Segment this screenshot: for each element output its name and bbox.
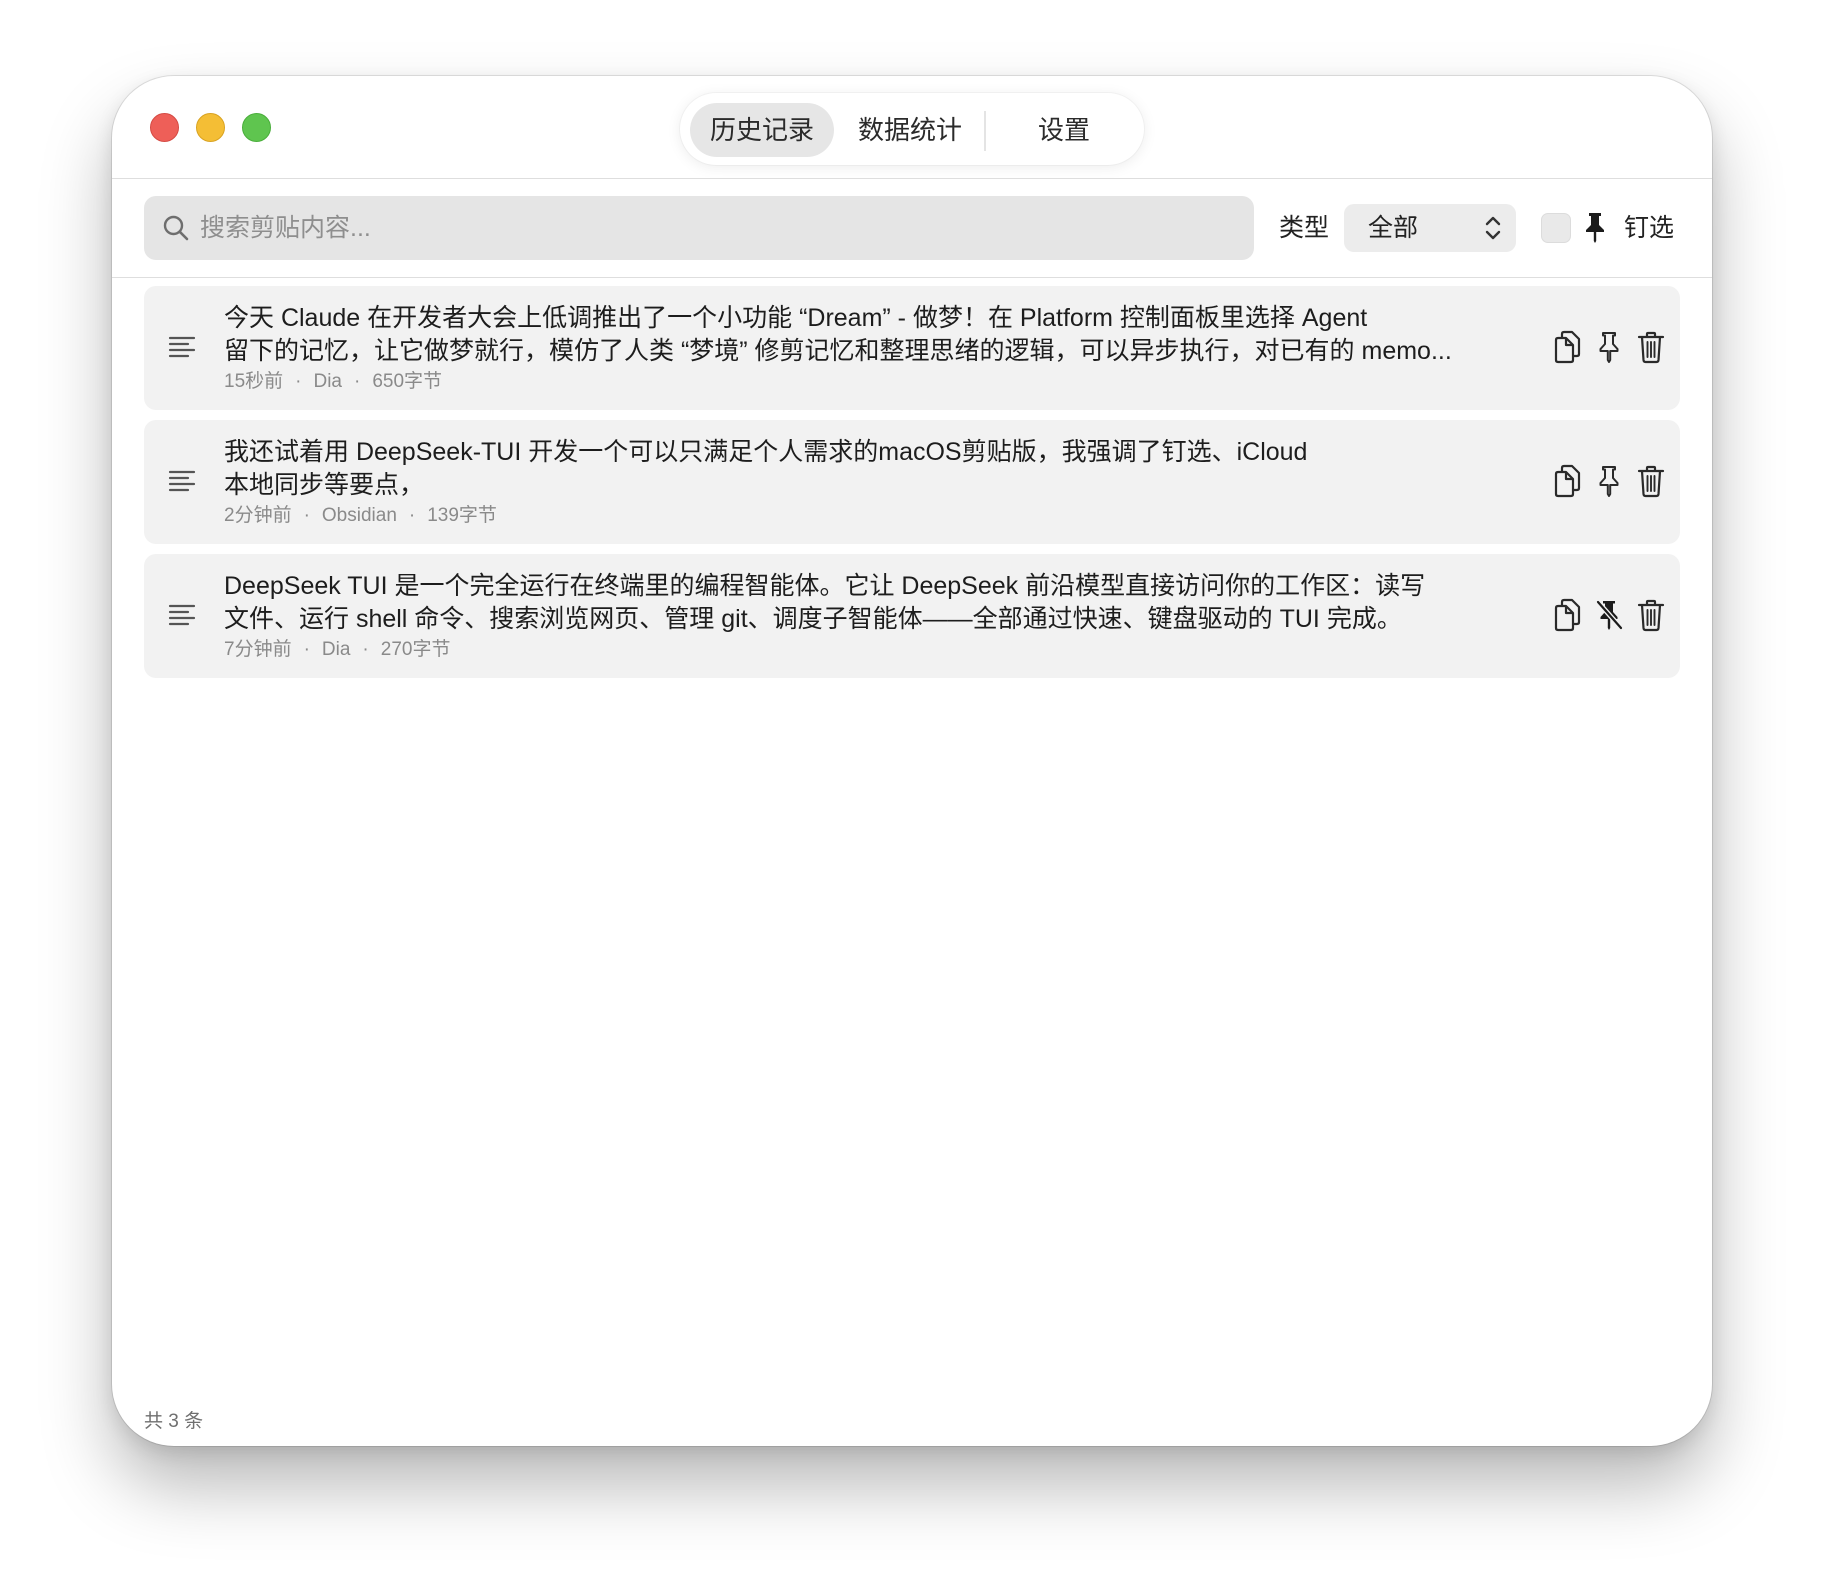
item-time: 7分钟前 (224, 639, 292, 660)
trash-icon (1637, 599, 1665, 632)
copy-button[interactable] (1552, 330, 1582, 364)
clipboard-history-list: 今天 Claude 在开发者大会上低调推出了一个小功能 “Dream” - 做梦… (144, 286, 1680, 688)
tab-separator (984, 111, 986, 151)
item-text-line: 留下的记忆，让它做梦就行，模仿了人类 “梦境” 修剪记忆和整理思绪的逻辑，可以异… (224, 337, 1452, 365)
item-actions (1552, 330, 1666, 364)
tab-statistics[interactable]: 数据统计 (840, 103, 980, 157)
search-field[interactable] (144, 196, 1254, 260)
copy-icon (1554, 464, 1581, 498)
window-controls (150, 113, 271, 142)
app-window: 历史记录 数据统计 设置 类型 全部 钉选 (112, 76, 1712, 1446)
minimize-button[interactable] (196, 113, 225, 142)
desktop-background: 历史记录 数据统计 设置 类型 全部 钉选 (0, 0, 1824, 1592)
item-text-line: 文件、运行 shell 命令、搜索浏览网页、管理 git、调度子智能体——全部通… (224, 605, 1402, 633)
copy-button[interactable] (1552, 464, 1582, 498)
meta-dot: · (295, 371, 302, 392)
item-source: Obsidian (321, 505, 397, 526)
tab-settings[interactable]: 设置 (992, 103, 1136, 157)
meta-dot: · (353, 371, 361, 392)
delete-button[interactable] (1636, 598, 1666, 632)
item-source: Dia (313, 371, 342, 392)
copy-icon (1554, 330, 1581, 364)
trash-icon (1637, 465, 1665, 498)
meta-dot: · (303, 505, 310, 526)
list-item[interactable]: 我还试着用 DeepSeek-TUI 开发一个可以只满足个人需求的macOS剪贴… (144, 420, 1680, 544)
toolbar-divider (112, 277, 1712, 278)
item-count: 共 3 条 (144, 1411, 204, 1432)
item-source: Dia (321, 639, 351, 660)
type-select-value: 全部 (1368, 214, 1419, 242)
zoom-button[interactable] (242, 113, 271, 142)
pinned-filter-label[interactable]: 钉选 (1624, 208, 1674, 248)
titlebar-divider (112, 178, 1712, 179)
meta-dot: · (362, 639, 369, 660)
meta-dot: · (303, 639, 310, 660)
item-size: 270字节 (380, 639, 451, 660)
text-lines-icon (168, 470, 196, 492)
delete-button[interactable] (1636, 330, 1666, 364)
pin-slash-icon (1595, 599, 1624, 631)
item-time: 2分钟前 (224, 505, 292, 526)
item-meta: 7分钟前 · Dia · 270字节 (224, 638, 450, 662)
pinned-filter-checkbox[interactable] (1541, 213, 1571, 243)
search-icon (163, 215, 189, 241)
unpin-button[interactable] (1594, 598, 1624, 632)
list-item[interactable]: 今天 Claude 在开发者大会上低调推出了一个小功能 “Dream” - 做梦… (144, 286, 1680, 410)
pin-icon (1599, 466, 1619, 497)
item-text: DeepSeek TUI 是一个完全运行在终端里的编程智能体。它让 DeepSe… (224, 570, 1489, 636)
pin-button[interactable] (1594, 464, 1624, 498)
text-lines-icon (168, 604, 196, 626)
text-lines-icon (168, 336, 196, 358)
tab-history[interactable]: 历史记录 (690, 103, 834, 157)
item-text: 我还试着用 DeepSeek-TUI 开发一个可以只满足个人需求的macOS剪贴… (224, 436, 1489, 502)
meta-dot: · (408, 505, 416, 526)
copy-icon (1554, 598, 1581, 632)
item-text-line: 本地同步等要点， (224, 471, 425, 499)
item-meta: 2分钟前 · Obsidian · 139字节 (224, 504, 497, 528)
copy-button[interactable] (1552, 598, 1582, 632)
item-size: 139字节 (427, 505, 497, 526)
item-text-line: 今天 Claude 在开发者大会上低调推出了一个小功能 “Dream” - 做梦… (224, 304, 1368, 332)
pin-icon (1599, 332, 1619, 363)
item-size: 650字节 (372, 371, 443, 392)
item-actions (1552, 464, 1666, 498)
close-button[interactable] (150, 113, 179, 142)
type-label: 类型 (1279, 214, 1330, 242)
item-text-line: 我还试着用 DeepSeek-TUI 开发一个可以只满足个人需求的macOS剪贴… (224, 438, 1308, 466)
list-item[interactable]: DeepSeek TUI 是一个完全运行在终端里的编程智能体。它让 DeepSe… (144, 554, 1680, 678)
up-down-chevron-icon (1485, 216, 1501, 240)
item-actions (1552, 598, 1666, 632)
type-select[interactable]: 全部 (1344, 204, 1516, 252)
search-input[interactable] (200, 196, 1220, 260)
item-text: 今天 Claude 在开发者大会上低调推出了一个小功能 “Dream” - 做梦… (224, 302, 1489, 368)
pin-button[interactable] (1594, 330, 1624, 364)
item-time: 15秒前 (224, 371, 284, 392)
segmented-tabbar: 历史记录 数据统计 设置 (680, 93, 1144, 165)
delete-button[interactable] (1636, 464, 1666, 498)
pin-filled-icon (1586, 213, 1604, 243)
item-text-line: DeepSeek TUI 是一个完全运行在终端里的编程智能体。它让 DeepSe… (224, 572, 1426, 600)
item-meta: 15秒前 · Dia · 650字节 (224, 370, 442, 394)
trash-icon (1637, 331, 1665, 364)
